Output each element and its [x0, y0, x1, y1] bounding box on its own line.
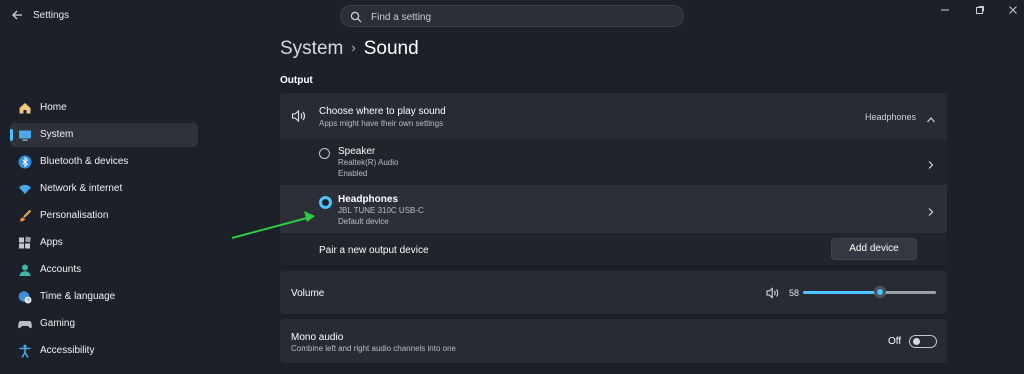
annotation-arrow-icon — [231, 211, 315, 239]
